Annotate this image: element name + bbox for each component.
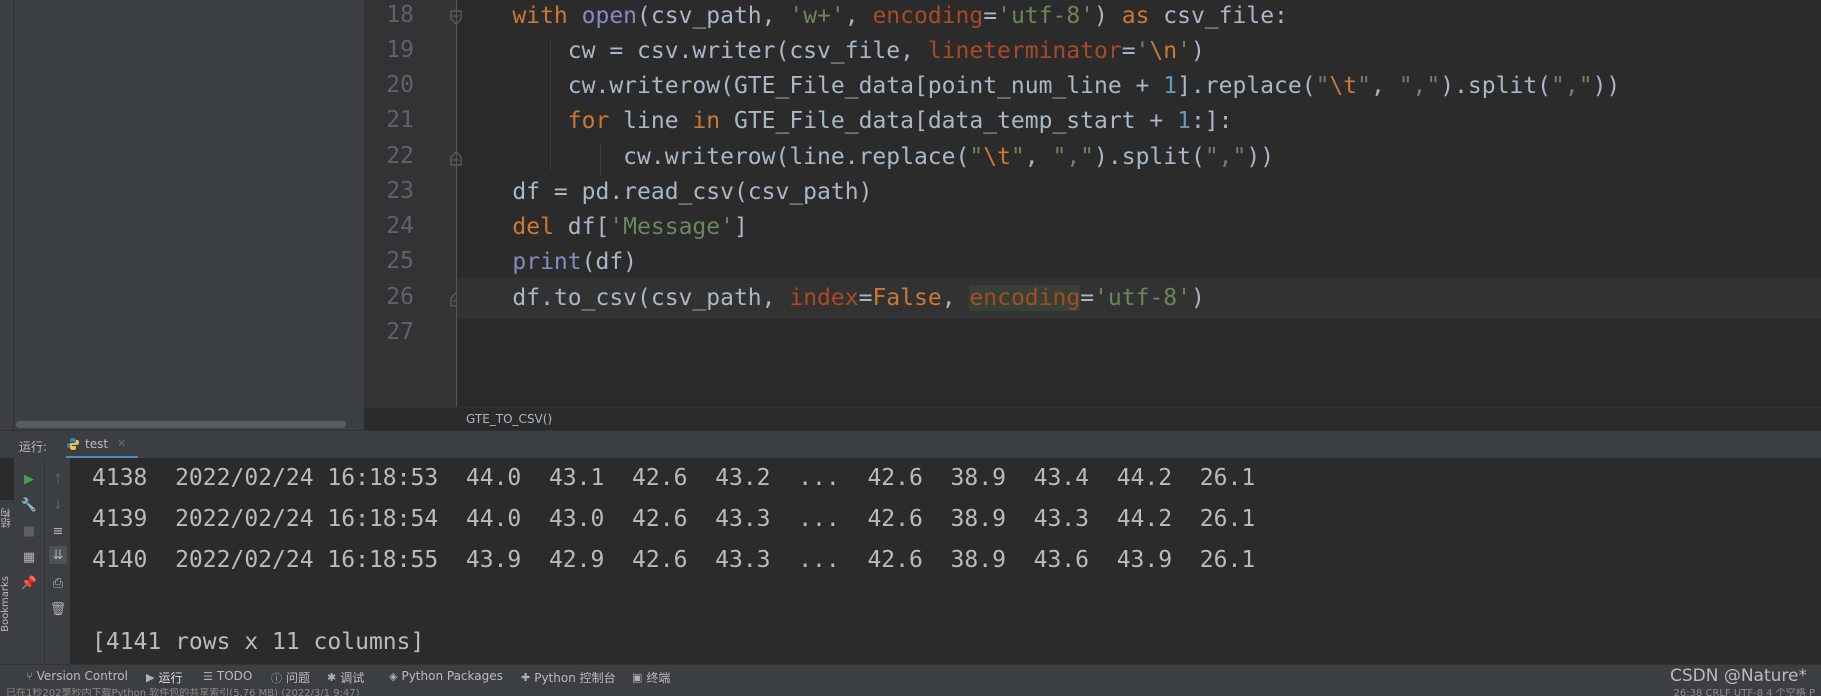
- tab-version-control[interactable]: ⑂ Version Control: [26, 669, 128, 683]
- scroll-to-end-icon[interactable]: ⇊: [49, 546, 67, 564]
- line-number: 24: [386, 213, 414, 239]
- tool-window-bar: ⑂ Version Control ▶ 运行 ☰ TODO ⓘ 问题 ✱ 调试 ◈ Pyth…: [0, 664, 1821, 688]
- editor-gutter: 18 19 20 21 22 23 24 25 26 27: [364, 0, 462, 407]
- info-icon: ⓘ: [271, 671, 282, 685]
- line-number: 22: [386, 143, 414, 169]
- code-editor[interactable]: 18 19 20 21 22 23 24 25 26 27 with open(…: [364, 0, 1821, 407]
- console-line: [4141 rows x 11 columns]: [92, 629, 425, 655]
- python-icon: ✚: [521, 671, 531, 684]
- soft-wrap-icon[interactable]: ≡: [49, 522, 67, 540]
- arrow-up-icon[interactable]: ↑: [49, 470, 67, 488]
- tab-structure[interactable]: 结构: [0, 508, 14, 528]
- line-number: 27: [386, 319, 414, 345]
- tab-python-packages[interactable]: ◈ Python Packages: [389, 669, 503, 683]
- project-horizontal-scrollbar[interactable]: [16, 421, 346, 428]
- console-output[interactable]: 4138 2022/02/24 16:18:53 44.0 43.1 42.6 …: [70, 458, 1821, 664]
- tab-debug[interactable]: ✱ 调试: [327, 669, 364, 686]
- console-line: 4138 2022/02/24 16:18:53 44.0 43.1 42.6 …: [92, 465, 1256, 491]
- run-tab-test[interactable]: test ✕: [66, 431, 139, 459]
- branch-icon: ⑂: [26, 669, 33, 683]
- line-number: 19: [386, 37, 414, 63]
- code-lines[interactable]: with open(csv_path, 'w+', encoding='utf-…: [457, 0, 1821, 407]
- left-vertical-tabs: 结构 Bookmarks: [0, 500, 14, 664]
- terminal-icon: ▣: [632, 671, 643, 684]
- code-line: print(df): [512, 249, 638, 275]
- code-line: for line in GTE_File_data[data_temp_star…: [567, 108, 1233, 134]
- status-message[interactable]: 已在1秒202毫秒内下载Python 软件包的共享索引(5.76 MB) (20…: [6, 688, 360, 696]
- tab-problems[interactable]: ⓘ 问题: [271, 669, 310, 686]
- close-icon[interactable]: ✕: [117, 437, 126, 450]
- trash-icon[interactable]: 🗑: [49, 600, 67, 618]
- layout-icon[interactable]: ▦: [20, 548, 38, 566]
- line-number: 26: [386, 284, 414, 310]
- run-panel-header: 运行: test ✕: [0, 430, 1821, 459]
- line-number: 18: [386, 2, 414, 28]
- pin-icon[interactable]: 📌: [20, 574, 38, 592]
- status-bar: 已在1秒202毫秒内下载Python 软件包的共享索引(5.76 MB) (20…: [0, 688, 1821, 696]
- tab-python-console[interactable]: ✚ Python 控制台: [521, 669, 616, 686]
- tab-run[interactable]: ▶ 运行: [146, 669, 182, 686]
- run-panel-label: 运行:: [19, 440, 48, 454]
- rerun-icon[interactable]: ▶: [20, 470, 38, 488]
- watermark: CSDN @Nature*: [1669, 666, 1807, 686]
- layers-icon: ◈: [389, 669, 398, 683]
- list-icon: ☰: [203, 669, 213, 683]
- line-number: 20: [386, 72, 414, 98]
- run-toolbar-secondary: ↑ ↓ ≡ ⇊ ⎙ 🗑: [44, 458, 70, 664]
- wrench-icon[interactable]: 🔧: [20, 496, 38, 514]
- breadcrumb[interactable]: GTE_TO_CSV(): [466, 412, 552, 426]
- python-icon: [67, 437, 79, 450]
- line-number: 23: [386, 178, 414, 204]
- print-icon[interactable]: ⎙: [49, 574, 67, 592]
- left-tool-strip: [0, 0, 14, 430]
- console-line: 4140 2022/02/24 16:18:55 43.9 42.9 42.6 …: [92, 547, 1256, 573]
- line-number: 25: [386, 248, 414, 274]
- status-info[interactable]: 26:38 CRLF UTF-8 4 个空格 P: [1673, 688, 1815, 696]
- console-line: 4139 2022/02/24 16:18:54 44.0 43.0 42.6 …: [92, 506, 1256, 532]
- tab-todo[interactable]: ☰ TODO: [203, 669, 252, 683]
- stop-icon[interactable]: ■: [20, 522, 38, 540]
- play-icon: ▶: [146, 671, 155, 684]
- tab-bookmarks[interactable]: Bookmarks: [0, 576, 14, 632]
- project-panel: [14, 0, 364, 430]
- tab-terminal[interactable]: ▣ 终端: [632, 669, 670, 686]
- bug-icon: ✱: [327, 671, 337, 684]
- run-toolbar: ▶ 🔧 ■ ▦ 📌: [14, 458, 44, 664]
- line-number: 21: [386, 107, 414, 133]
- run-tab-label: test: [85, 436, 109, 451]
- breadcrumb-bar: GTE_TO_CSV(): [364, 407, 1821, 430]
- arrow-down-icon[interactable]: ↓: [49, 496, 67, 514]
